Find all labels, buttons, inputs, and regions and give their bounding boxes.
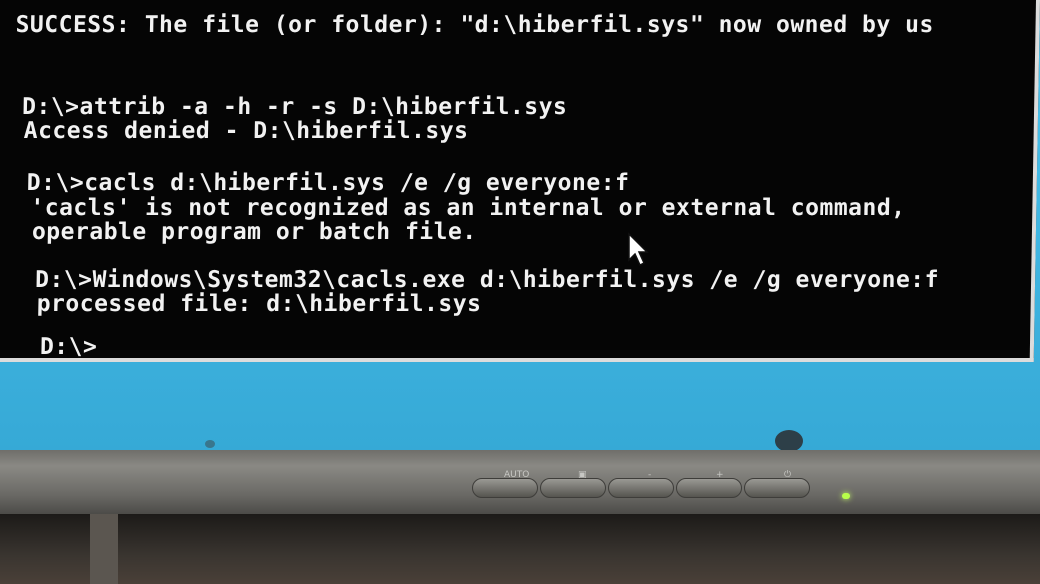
- dust-spot: [775, 430, 803, 452]
- console-line: operable program or batch file.: [31, 219, 477, 245]
- minus-button[interactable]: [608, 478, 674, 498]
- console-line: Access denied - D:\hiberfil.sys: [23, 118, 469, 144]
- plus-button[interactable]: [676, 478, 742, 498]
- auto-button[interactable]: [472, 478, 538, 498]
- console-line: SUCCESS: The file (or folder): "d:\hiber…: [15, 12, 935, 38]
- console-line: D:\>Windows\System32\cacls.exe d:\hiberf…: [34, 267, 940, 293]
- desk-background: [0, 514, 1040, 584]
- console-prompt[interactable]: D:\>: [40, 334, 98, 360]
- monitor-button-row: [472, 478, 810, 498]
- mouse-pointer-icon: [628, 232, 649, 267]
- command-prompt-window[interactable]: SUCCESS: The file (or folder): "d:\hiber…: [0, 0, 1040, 362]
- dust-spot: [205, 440, 215, 448]
- console-line: D:\>attrib -a -h -r -s D:\hiberfil.sys: [21, 94, 568, 120]
- power-button[interactable]: [744, 478, 810, 498]
- menu-button[interactable]: [540, 478, 606, 498]
- console-line: 'cacls' is not recognized as an internal…: [30, 195, 906, 221]
- power-led: [842, 493, 850, 499]
- monitor-screen: SUCCESS: The file (or folder): "d:\hiber…: [0, 0, 1040, 452]
- console-line: D:\>cacls d:\hiberfil.sys /e /g everyone…: [26, 170, 630, 196]
- console-line: processed file: d:\hiberfil.sys: [36, 291, 482, 317]
- monitor-stand: [90, 514, 118, 584]
